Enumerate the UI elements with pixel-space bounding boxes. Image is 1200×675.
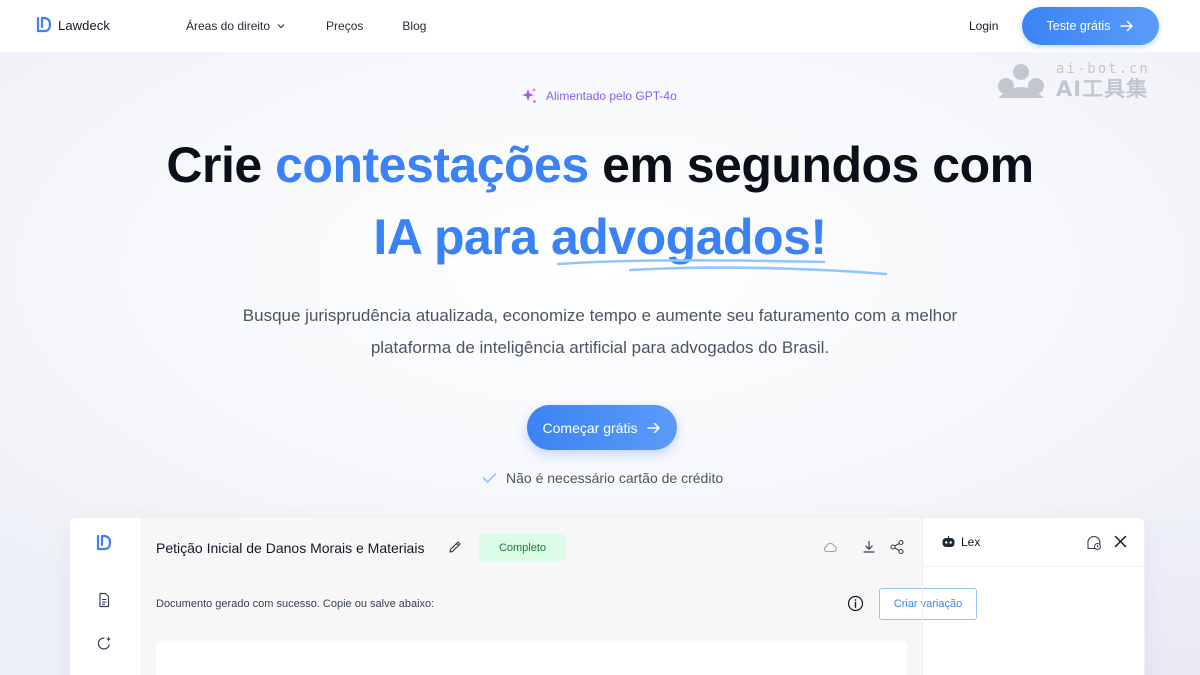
hero-title-part-a: Crie xyxy=(166,137,276,193)
download-icon[interactable] xyxy=(861,539,877,555)
brand[interactable]: Lawdeck xyxy=(36,16,110,34)
watermark-line1: ai-bot.cn xyxy=(1056,61,1150,77)
title-underline-icon xyxy=(556,259,888,276)
trial-button-label: Teste grátis xyxy=(1046,19,1111,33)
document-title: Petição Inicial de Danos Morais e Materi… xyxy=(156,540,425,556)
arrow-right-icon xyxy=(1120,20,1134,32)
hero-title-line1: Crie contestações em segundos com xyxy=(0,136,1200,194)
nav-links: Áreas do direito Preços Blog xyxy=(186,19,426,33)
hero-subtitle: Busque jurisprudência atualizada, econom… xyxy=(200,300,1000,364)
start-free-button[interactable]: Começar grátis xyxy=(527,405,677,450)
start-free-button-label: Começar grátis xyxy=(542,419,638,436)
chat-name: Lex xyxy=(961,535,981,549)
lawdeck-logo-icon[interactable] xyxy=(96,534,112,552)
background-glow xyxy=(1144,520,1200,675)
hero-title-highlight: contestações xyxy=(275,137,589,193)
cloud-icon[interactable] xyxy=(822,539,838,555)
gpt-badge: Alimentado pelo GPT-4o xyxy=(520,87,677,105)
watermark-line2: AI工具集 xyxy=(1056,77,1149,101)
login-link[interactable]: Login xyxy=(969,19,998,33)
arrow-right-icon xyxy=(647,422,661,433)
lawdeck-logo-icon xyxy=(36,16,52,33)
sparkle-icon xyxy=(522,88,536,103)
nav-link-blog[interactable]: Blog xyxy=(402,19,426,33)
gpt-badge-text: Alimentado pelo GPT-4o xyxy=(546,89,677,103)
trial-button[interactable]: Teste grátis xyxy=(1022,7,1159,45)
chat-panel: Lex xyxy=(922,518,1145,675)
document-content[interactable] xyxy=(156,642,907,675)
no-card-note: Não é necessário cartão de crédito xyxy=(482,470,723,486)
chevron-down-icon xyxy=(277,24,285,29)
app-preview: Petição Inicial de Danos Morais e Materi… xyxy=(70,518,1145,675)
check-icon xyxy=(482,473,497,483)
hero-subtitle-line1: Busque jurisprudência atualizada, econom… xyxy=(242,306,958,325)
watermark-logo-icon xyxy=(998,64,1044,98)
no-card-note-text: Não é necessário cartão de crédito xyxy=(506,470,724,486)
top-nav: Lawdeck Áreas do direito Preços Blog Log… xyxy=(0,0,1200,52)
brand-name: Lawdeck xyxy=(58,17,111,33)
success-message: Documento gerado com sucesso. Copie ou s… xyxy=(156,598,435,610)
nav-link-precos[interactable]: Preços xyxy=(326,19,363,33)
status-badge: Completo xyxy=(479,534,566,561)
document-icon[interactable] xyxy=(96,592,112,608)
document-panel: Petição Inicial de Danos Morais e Materi… xyxy=(142,518,977,675)
hero-subtitle-line2: plataforma de inteligência artificial pa… xyxy=(370,338,830,357)
share-icon[interactable] xyxy=(889,539,905,555)
chat-header: Lex xyxy=(923,518,1145,567)
watermark: ai-bot.cn AI工具集 xyxy=(994,62,1150,100)
nav-link-areas-label: Áreas do direito xyxy=(186,19,271,33)
nav-link-precos-label: Preços xyxy=(326,19,364,33)
chat-history-icon[interactable] xyxy=(1085,534,1102,551)
close-icon[interactable] xyxy=(1113,534,1128,549)
app-sidebar xyxy=(70,518,142,675)
nav-link-blog-label: Blog xyxy=(402,19,427,33)
info-icon[interactable] xyxy=(847,595,864,612)
bot-icon xyxy=(942,536,955,547)
ai-sparkle-icon[interactable] xyxy=(96,635,112,651)
hero-title-part-c: em segundos com xyxy=(588,137,1034,193)
nav-link-areas[interactable]: Áreas do direito xyxy=(186,19,286,33)
edit-pencil-icon[interactable] xyxy=(447,539,463,555)
